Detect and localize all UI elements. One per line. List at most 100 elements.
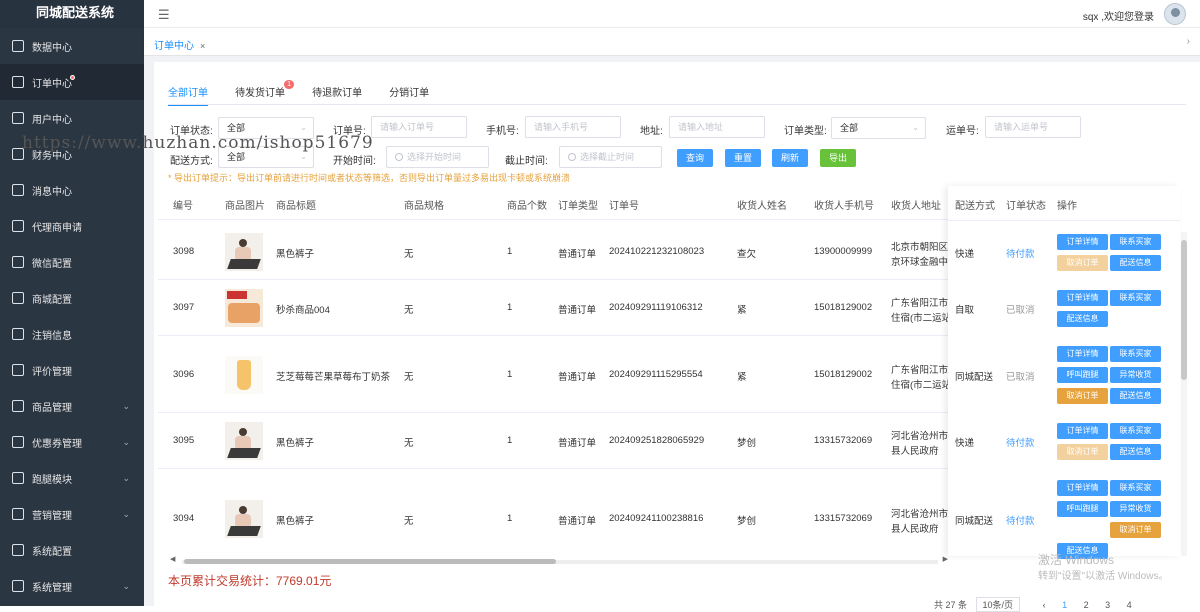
detail-button[interactable]: 订单详情 [1057,423,1108,439]
address-input[interactable]: 请输入地址 [669,116,765,138]
delivery-info-button[interactable]: 配送信息 [1110,388,1161,404]
page-4[interactable]: 4 [1127,600,1132,610]
cell-address-line2: 县人民政府 [891,443,939,457]
delivery-info-button[interactable]: 配送信息 [1110,444,1161,460]
sidebar-item-11[interactable]: 优惠券管理⌄ [0,424,144,460]
cell-spec: 无 [404,246,414,260]
query-button[interactable]: 查询 [677,149,713,167]
cell-address-line1: 河北省沧州市 [891,506,948,520]
start-time-label: 开始时间: [333,152,376,167]
start-time-placeholder: 选择开始时间 [407,152,461,162]
sidebar-item-6[interactable]: 微信配置 [0,244,144,280]
call-runner-button[interactable]: 呼叫跑腿 [1057,501,1108,517]
cell-type: 普通订单 [558,435,596,449]
reset-button[interactable]: 重置 [725,149,761,167]
sidebar-item-label: 商城配置 [32,291,72,306]
sidebar-item-9[interactable]: 评价管理 [0,352,144,388]
close-icon[interactable]: × [200,41,205,51]
top-bar: ☰ sqx ,欢迎您登录 [144,0,1200,28]
sidebar-item-label: 用户中心 [32,111,72,126]
sidebar-item-15[interactable]: 系统管理⌄ [0,568,144,604]
cell-phone: 13900009999 [814,246,872,257]
export-button[interactable]: 导出 [820,149,856,167]
scroll-thumb[interactable] [184,559,556,564]
subtab-distribution[interactable]: 分销订单 [389,84,429,104]
delivery-info-button[interactable]: 配送信息 [1057,311,1108,327]
abnormal-receipt-button[interactable]: 异常收货 [1110,501,1161,517]
phone-label: 手机号: [486,122,519,137]
vertical-scrollbar[interactable] [1181,232,1187,556]
cell-address-line2: 住宿(市二运站 [891,310,951,324]
start-time-picker[interactable]: 选择开始时间 [386,146,489,168]
page-1[interactable]: 1 [1062,600,1067,610]
order-no-input[interactable]: 请输入订单号 [371,116,467,138]
address-label: 地址: [640,122,663,137]
sidebar-item-8[interactable]: 注销信息 [0,316,144,352]
page-size-select[interactable]: 10条/页 [976,597,1021,612]
th-count: 商品个数 [507,197,547,212]
page-prev-icon[interactable]: ‹ [1043,600,1046,610]
sidebar-item-7[interactable]: 商城配置 [0,280,144,316]
sidebar-item-label: 跑腿模块 [32,471,72,486]
sidebar-item-4[interactable]: 消息中心 [0,172,144,208]
phone-input[interactable]: 请输入手机号 [525,116,621,138]
cancel-order-button[interactable]: 取消订单 [1057,255,1108,271]
detail-button[interactable]: 订单详情 [1057,480,1108,496]
sidebar-item-5[interactable]: 代理商申请 [0,208,144,244]
tab-order-center[interactable]: 订单中心× [154,37,205,52]
th-title: 商品标题 [276,197,316,212]
scroll-left-icon[interactable]: ◀ [170,555,175,563]
scroll-thumb[interactable] [1181,240,1187,380]
sidebar-item-12[interactable]: 跑腿模块⌄ [0,460,144,496]
order-type-select[interactable]: 全部⌄ [831,117,926,139]
cell-delivery: 同城配送 [955,369,993,383]
th-name: 收货人姓名 [737,197,787,212]
horizontal-scrollbar[interactable]: ◀ ▶ [170,558,948,566]
delivery-info-button[interactable]: 配送信息 [1110,255,1161,271]
sidebar-item-13[interactable]: 营销管理⌄ [0,496,144,532]
cell-count: 1 [507,302,512,313]
page-2[interactable]: 2 [1084,600,1089,610]
contact-buyer-button[interactable]: 联系买家 [1110,346,1161,362]
sidebar-item-14[interactable]: 系统配置 [0,532,144,568]
cell-title: 黑色裤子 [276,435,314,449]
subtab-all-orders[interactable]: 全部订单 [168,84,208,106]
contact-buyer-button[interactable]: 联系买家 [1110,234,1161,250]
page-3[interactable]: 3 [1105,600,1110,610]
detail-button[interactable]: 订单详情 [1057,234,1108,250]
url-watermark: https://www.huzhan.com/ishop51679 [22,133,374,153]
subtab-pending-shipment[interactable]: 待发货订单1 [235,84,285,104]
contact-buyer-button[interactable]: 联系买家 [1110,290,1161,306]
header-divider [948,220,1180,221]
sidebar-item-2[interactable]: 用户中心 [0,100,144,136]
cell-type: 普通订单 [558,246,596,260]
cell-name: 紧 [737,369,747,383]
avatar[interactable] [1164,3,1186,25]
waybill-input[interactable]: 请输入运单号 [985,116,1081,138]
pagination: 共 27 条 10条/页 ‹ 1 2 3 4 [934,597,1132,612]
windows-activation-title: 激活 Windows [1038,551,1114,568]
scroll-right-icon[interactable]: ▶ [943,555,948,563]
contact-buyer-button[interactable]: 联系买家 [1110,480,1161,496]
end-time-picker[interactable]: 选择截止时间 [559,146,662,168]
th-order-no: 订单号 [609,197,639,212]
refresh-button[interactable]: 刷新 [772,149,808,167]
sidebar-item-10[interactable]: 商品管理⌄ [0,388,144,424]
end-time-label: 截止时间: [505,152,548,167]
cancel-order-button[interactable]: 取消订单 [1057,388,1108,404]
tab-scroll-right-icon[interactable]: › [1187,36,1190,47]
contact-buyer-button[interactable]: 联系买家 [1110,423,1161,439]
cancel-order-button[interactable]: 取消订单 [1057,444,1108,460]
abnormal-receipt-button[interactable]: 异常收货 [1110,367,1161,383]
call-runner-button[interactable]: 呼叫跑腿 [1057,367,1108,383]
message-icon [12,184,24,196]
menu-toggle-icon[interactable]: ☰ [158,7,170,23]
detail-button[interactable]: 订单详情 [1057,346,1108,362]
cancel-order-button[interactable]: 取消订单 [1110,522,1161,538]
subtab-divider [168,104,1186,105]
subtab-pending-refund[interactable]: 待退款订单 [312,84,362,104]
detail-button[interactable]: 订单详情 [1057,290,1108,306]
th-image: 商品图片 [225,197,265,212]
sidebar-item-1[interactable]: 订单中心 [0,64,144,100]
sidebar-item-0[interactable]: 数据中心 [0,28,144,64]
